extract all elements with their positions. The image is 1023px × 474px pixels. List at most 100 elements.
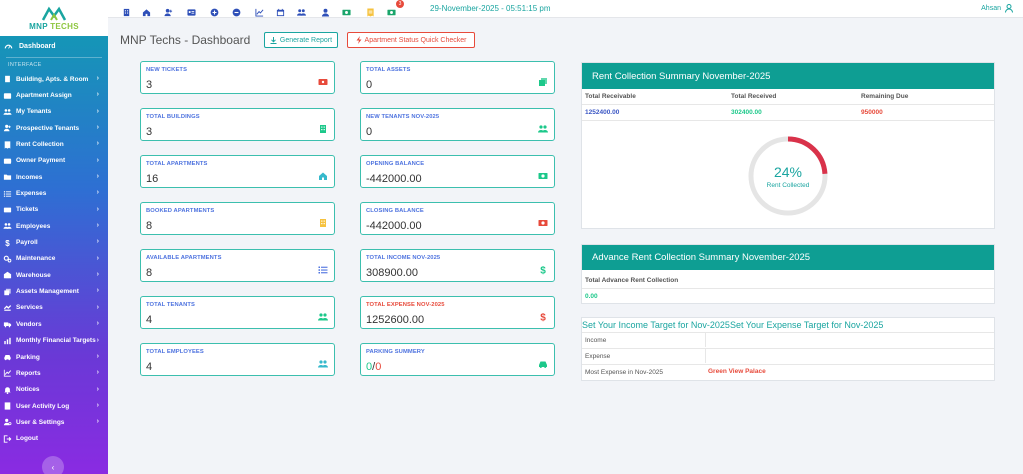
user-menu[interactable]: Ahsan — [981, 4, 1013, 13]
targets-heading: Set Your Income Target for Nov-2025Set Y… — [582, 320, 883, 330]
topbar-id-card-button[interactable] — [187, 4, 196, 16]
stat-value: 0 — [366, 79, 373, 91]
dollar-icon: $ — [5, 238, 10, 247]
stat-label: TOTAL BUILDINGS — [146, 114, 200, 120]
chevron-right-icon: › — [96, 320, 99, 328]
stat-value: -442000.00 — [366, 173, 422, 185]
sidebar-item-label: My Tenants — [16, 108, 52, 116]
chevron-right-icon: › — [96, 75, 99, 82]
sidebar-item-prospective-tenants[interactable]: Prospective Tenants › — [0, 120, 108, 136]
stat-value: 4 — [146, 361, 153, 373]
stat-card-total-buildings[interactable]: TOTAL BUILDINGS 3 — [140, 108, 335, 141]
topbar-cash-button[interactable] — [387, 4, 396, 16]
svg-text:$: $ — [540, 313, 546, 323]
advance-rent-value: 0.00 — [585, 293, 598, 300]
sidebar-item-parking[interactable]: Parking › — [0, 349, 108, 365]
sidebar-item-logout[interactable]: Logout — [0, 431, 108, 447]
stat-card-total-tenants[interactable]: TOTAL TENANTS 4 — [140, 296, 335, 329]
sidebar-item-user-settings[interactable]: User & Settings › — [0, 414, 108, 430]
topbar-calendar-button[interactable] — [276, 4, 285, 17]
stat-value: 0 — [366, 126, 373, 138]
rent-collection-table: Total Receivable Total Received Remainin… — [582, 89, 994, 121]
sidebar-item-owner-payment[interactable]: Owner Payment › — [0, 153, 108, 169]
topbar-receipt-button[interactable] — [366, 4, 375, 17]
bolt-icon — [356, 36, 362, 44]
sidebar-item-label: Dashboard — [19, 42, 56, 50]
sidebar-item-my-tenants[interactable]: My Tenants › — [0, 104, 108, 120]
sidebar-item-label: Reports — [16, 369, 41, 377]
services-icon — [3, 305, 12, 311]
chevron-right-icon: › — [96, 369, 99, 377]
stat-card-new-tickets[interactable]: NEW TICKETS 3 — [140, 61, 335, 94]
date-time: 29-November-2025 - 05:51:15 pm — [430, 4, 551, 13]
stat-card-total-apartments[interactable]: TOTAL APARTMENTS 16 — [140, 155, 335, 188]
generate-report-label: Generate Report — [279, 36, 333, 44]
sidebar-item-assets-management[interactable]: Assets Management › — [0, 283, 108, 299]
sidebar-item-building-apts-room[interactable]: Building, Apts. & Room › — [0, 71, 108, 87]
stat-card-total-income-nov-2025[interactable]: TOTAL INCOME NOV-2025 308900.00 $ — [360, 249, 555, 282]
set-income-target-link[interactable]: Set Your Income Target for Nov-2025 — [582, 320, 730, 330]
stat-card-total-assets[interactable]: TOTAL ASSETS 0 — [360, 61, 555, 94]
sidebar-item-vendors[interactable]: Vendors › — [0, 316, 108, 332]
cash-icon — [387, 9, 396, 16]
sidebar-item-label: Notices — [16, 386, 40, 394]
add-user-icon — [164, 8, 173, 17]
building-icon — [320, 125, 326, 133]
sidebar: MNP TECHS Dashboard INTERFACE Building, … — [0, 0, 108, 474]
notification-badge: 3 — [396, 0, 404, 8]
topbar-users-button[interactable] — [297, 4, 306, 16]
stat-label: TOTAL EMPLOYEES — [146, 349, 204, 355]
generate-report-button[interactable]: Generate Report — [264, 32, 338, 48]
sidebar-item-user-activity-log[interactable]: User Activity Log › — [0, 398, 108, 414]
sidebar-item-reports[interactable]: Reports › — [0, 365, 108, 381]
target-value-cell — [705, 333, 994, 347]
sidebar-item-monthly-financial-targets[interactable]: Monthly Financial Targets › — [0, 333, 108, 349]
chevron-right-icon: › — [96, 173, 99, 181]
topbar-minus-circle-button[interactable] — [232, 4, 241, 17]
sidebar-toggle-button[interactable]: ‹ — [42, 456, 64, 474]
stat-card-parking-summery[interactable]: PARKING SUMMERY 0/0 — [360, 343, 555, 376]
sidebar-item-employees[interactable]: Employees › — [0, 218, 108, 234]
sidebar-item-dashboard[interactable]: Dashboard — [0, 38, 108, 54]
sidebar-item-warehouse[interactable]: Warehouse › — [0, 267, 108, 283]
stat-card-total-expense-nov-2025[interactable]: TOTAL EXPENSE NOV-2025 1252600.00 $ — [360, 296, 555, 329]
sidebar-item-incomes[interactable]: Incomes › — [0, 169, 108, 185]
advance-rent-title: Advance Rent Collection Summary November… — [582, 245, 994, 270]
topbar-chart-button[interactable] — [255, 4, 264, 17]
total-receivable-value: 1252400.00 — [585, 109, 620, 116]
stat-card-booked-apartments[interactable]: BOOKED APARTMENTS 8 — [140, 202, 335, 235]
topbar-user-button[interactable] — [321, 4, 330, 17]
sidebar-item-payroll[interactable]: $ Payroll › — [0, 234, 108, 250]
sidebar-item-tickets[interactable]: Tickets › — [0, 202, 108, 218]
ticket-icon — [318, 79, 328, 85]
topbar-plus-circle-button[interactable] — [210, 4, 219, 17]
remaining-due-value: 950000 — [861, 109, 883, 116]
target-row-income: Income — [582, 332, 994, 347]
sidebar-item-label: Incomes — [16, 173, 43, 181]
chevron-right-icon: › — [96, 222, 99, 230]
ticket-icon — [3, 207, 12, 213]
sidebar-item-maintenance[interactable]: Maintenance › — [0, 251, 108, 267]
sidebar-item-services[interactable]: Services › — [0, 300, 108, 316]
sidebar-item-apartment-assign[interactable]: Apartment Assign › — [0, 87, 108, 103]
stat-card-new-tenants-nov-2025[interactable]: NEW TENANTS NOV-2025 0 — [360, 108, 555, 141]
topbar-building-button[interactable] — [122, 4, 131, 17]
sidebar-item-notices[interactable]: Notices › — [0, 382, 108, 398]
topbar-add-user-button[interactable] — [164, 4, 173, 17]
apartment-status-button[interactable]: Apartment Status Quick Checker — [347, 32, 475, 48]
sidebar-item-rent-collection[interactable]: Rent Collection › — [0, 136, 108, 152]
chevron-right-icon: › — [96, 107, 99, 115]
chevron-right-icon: › — [96, 124, 99, 132]
most-expense-value[interactable]: Green View Palace — [708, 368, 766, 375]
brand-logo[interactable]: MNP TECHS — [0, 0, 108, 36]
sidebar-item-expenses[interactable]: Expenses › — [0, 185, 108, 201]
topbar-home-button[interactable] — [142, 4, 151, 17]
stat-card-total-employees[interactable]: TOTAL EMPLOYEES 4 — [140, 343, 335, 376]
stat-card-opening-balance[interactable]: OPENING BALANCE -442000.00 — [360, 155, 555, 188]
set-expense-target-link[interactable]: Set Your Expense Target for Nov-2025 — [730, 320, 883, 330]
total-received-value: 302400.00 — [731, 109, 762, 116]
stat-card-available-apartments[interactable]: AVAILABLE APARTMENTS 8 — [140, 249, 335, 282]
topbar-money-button[interactable] — [342, 4, 351, 16]
logout-icon — [3, 435, 12, 443]
stat-card-closing-balance[interactable]: CLOSING BALANCE -442000.00 — [360, 202, 555, 235]
